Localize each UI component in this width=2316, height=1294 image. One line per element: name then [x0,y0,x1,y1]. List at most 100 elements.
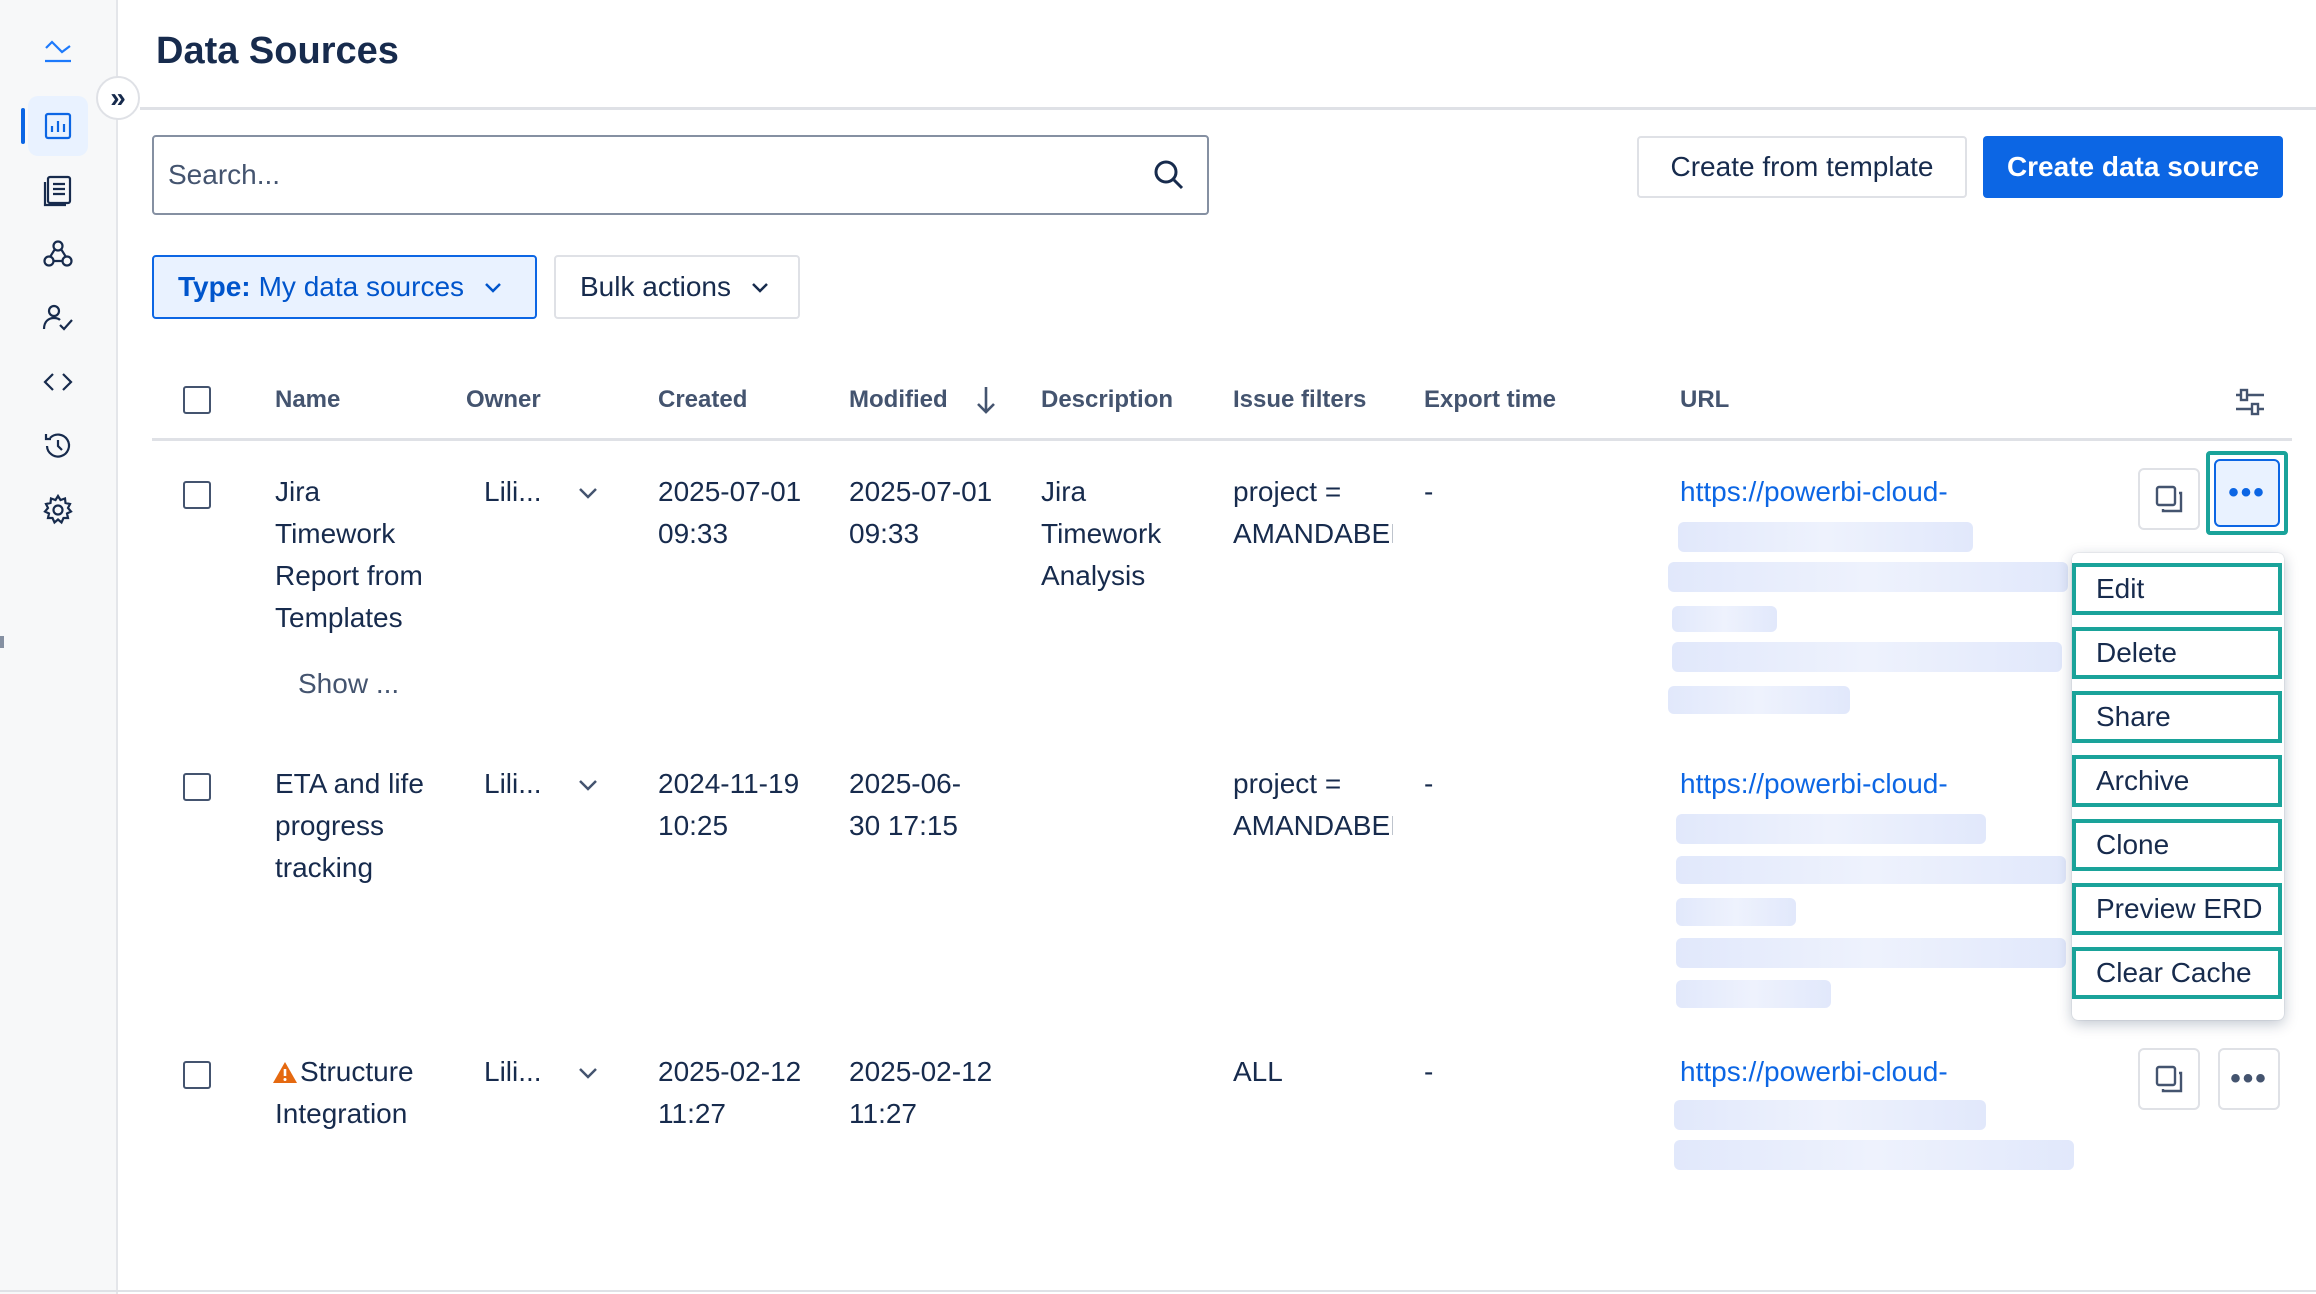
search-input[interactable] [168,137,1128,213]
row-modified: 2025-06- 30 17:15 [849,763,961,847]
column-header-name[interactable]: Name [275,386,340,414]
name-line: Templates [275,602,403,633]
redacted-url [1676,980,1831,1008]
row-export-time: - [1424,476,1434,507]
chevron-down-icon[interactable] [576,773,600,797]
row-modified: 2025-02-12 11:27 [849,1051,992,1135]
webhook-icon[interactable] [28,224,88,284]
type-filter-dropdown[interactable]: Type: My data sources [152,255,537,319]
row-checkbox[interactable] [183,481,211,509]
reports-icon[interactable] [28,96,88,156]
modified-date: 2025-02-12 [849,1056,993,1087]
copy-button[interactable] [2138,468,2200,530]
redacted-url [1676,814,1986,844]
highlight-frame [2206,451,2288,535]
name-line: Jira [275,476,321,507]
redacted-url [1674,1140,2074,1170]
modified-date: 2025-07-01 [849,476,993,507]
code-icon[interactable] [28,352,88,412]
row-url-link[interactable]: https://powerbi-cloud- [1680,763,1948,805]
row-name[interactable]: Structure Integration [272,1051,414,1135]
menu-item-edit[interactable]: Edit [2072,563,2282,615]
settings-icon[interactable] [28,480,88,540]
row-owner: Lili... [484,1056,542,1087]
column-header-modified[interactable]: Modified [849,386,948,414]
copy-button[interactable] [2138,1048,2200,1110]
created-date: 2025-02-12 [658,1056,802,1087]
description-line: Analysis [1041,560,1146,591]
sidebar [0,0,118,1294]
sort-descending-icon[interactable] [973,384,999,416]
document-icon[interactable] [28,160,88,220]
warning-icon [273,1062,297,1083]
redacted-url [1676,856,2066,884]
logo-icon[interactable] [28,22,88,82]
menu-item-archive[interactable]: Archive [2072,755,2282,807]
created-time: 10:25 [658,810,729,841]
type-filter-prefix: Type: [178,271,251,302]
column-header-export-time[interactable]: Export time [1424,386,1556,414]
chevron-down-icon[interactable] [576,1061,600,1085]
column-header-owner[interactable]: Owner [466,386,541,414]
expand-sidebar-button[interactable]: » [96,76,140,120]
row-created: 2025-07-01 09:33 [658,471,801,555]
issue-filter-line: project = [1233,476,1342,507]
created-time: 09:33 [658,518,729,549]
row-name[interactable]: ETA and life progress tracking [275,763,424,889]
bulk-actions-dropdown[interactable]: Bulk actions [554,255,800,319]
issue-filter-line: project = [1233,768,1342,799]
row-modified: 2025-07-01 09:33 [849,471,992,555]
redacted-url [1672,606,1777,632]
menu-item-preview-erd[interactable]: Preview ERD [2072,883,2282,935]
column-settings-icon[interactable] [2232,384,2268,420]
name-line: ETA and life [275,768,424,799]
column-header-created[interactable]: Created [658,386,747,414]
redacted-url [1668,562,2068,592]
modified-time: 30 17:15 [849,810,958,841]
modified-time: 09:33 [849,518,920,549]
name-line: Integration [275,1098,408,1129]
search-icon[interactable] [1151,157,1187,193]
bottom-border [0,1290,2316,1292]
menu-item-clone[interactable]: Clone [2072,819,2282,871]
row-checkbox[interactable] [183,1061,211,1089]
create-data-source-button[interactable]: Create data source [1983,136,2283,198]
edge-mark [0,636,4,648]
row-checkbox[interactable] [183,773,211,801]
row-created: 2025-02-12 11:27 [658,1051,801,1135]
create-from-template-button[interactable]: Create from template [1637,136,1967,198]
description-line: Timework [1041,518,1162,549]
row-name[interactable]: Jira Timework Report from Templates [275,471,423,639]
user-check-icon[interactable] [28,288,88,348]
name-line: progress [275,810,384,841]
row-url-link[interactable]: https://powerbi-cloud- [1680,471,1948,513]
show-more-link[interactable]: Show ... [298,668,399,700]
row-issue-filters: project = AMANDABEI [1233,763,1393,847]
menu-item-clear-cache[interactable]: Clear Cache [2072,947,2282,999]
row-url-link[interactable]: https://powerbi-cloud- [1680,1051,1948,1093]
row-created: 2024-11-19 10:25 [658,763,799,847]
history-icon[interactable] [28,416,88,476]
menu-item-share[interactable]: Share [2072,691,2282,743]
select-all-checkbox[interactable] [183,386,211,414]
copy-icon [2155,485,2183,513]
name-text: Structure [300,1056,414,1087]
column-header-url[interactable]: URL [1680,386,1729,414]
name-line: Report from [275,560,423,591]
active-indicator [21,108,25,144]
row-export-time: - [1424,1056,1434,1087]
redacted-url [1676,938,2066,968]
modified-time: 11:27 [849,1098,917,1129]
bulk-actions-label: Bulk actions [580,271,731,302]
name-line: Structure [272,1051,414,1093]
header-divider [140,107,2316,110]
table-header-divider [152,438,2292,441]
more-actions-button[interactable]: ••• [2218,1048,2280,1110]
column-header-description[interactable]: Description [1041,386,1173,414]
row-issue-filters: ALL [1233,1056,1283,1087]
issue-filter-line: AMANDABEI [1233,518,1393,549]
menu-item-delete[interactable]: Delete [2072,627,2282,679]
name-line: tracking [275,852,374,883]
chevron-down-icon[interactable] [576,481,600,505]
column-header-issue-filters[interactable]: Issue filters [1233,386,1366,414]
